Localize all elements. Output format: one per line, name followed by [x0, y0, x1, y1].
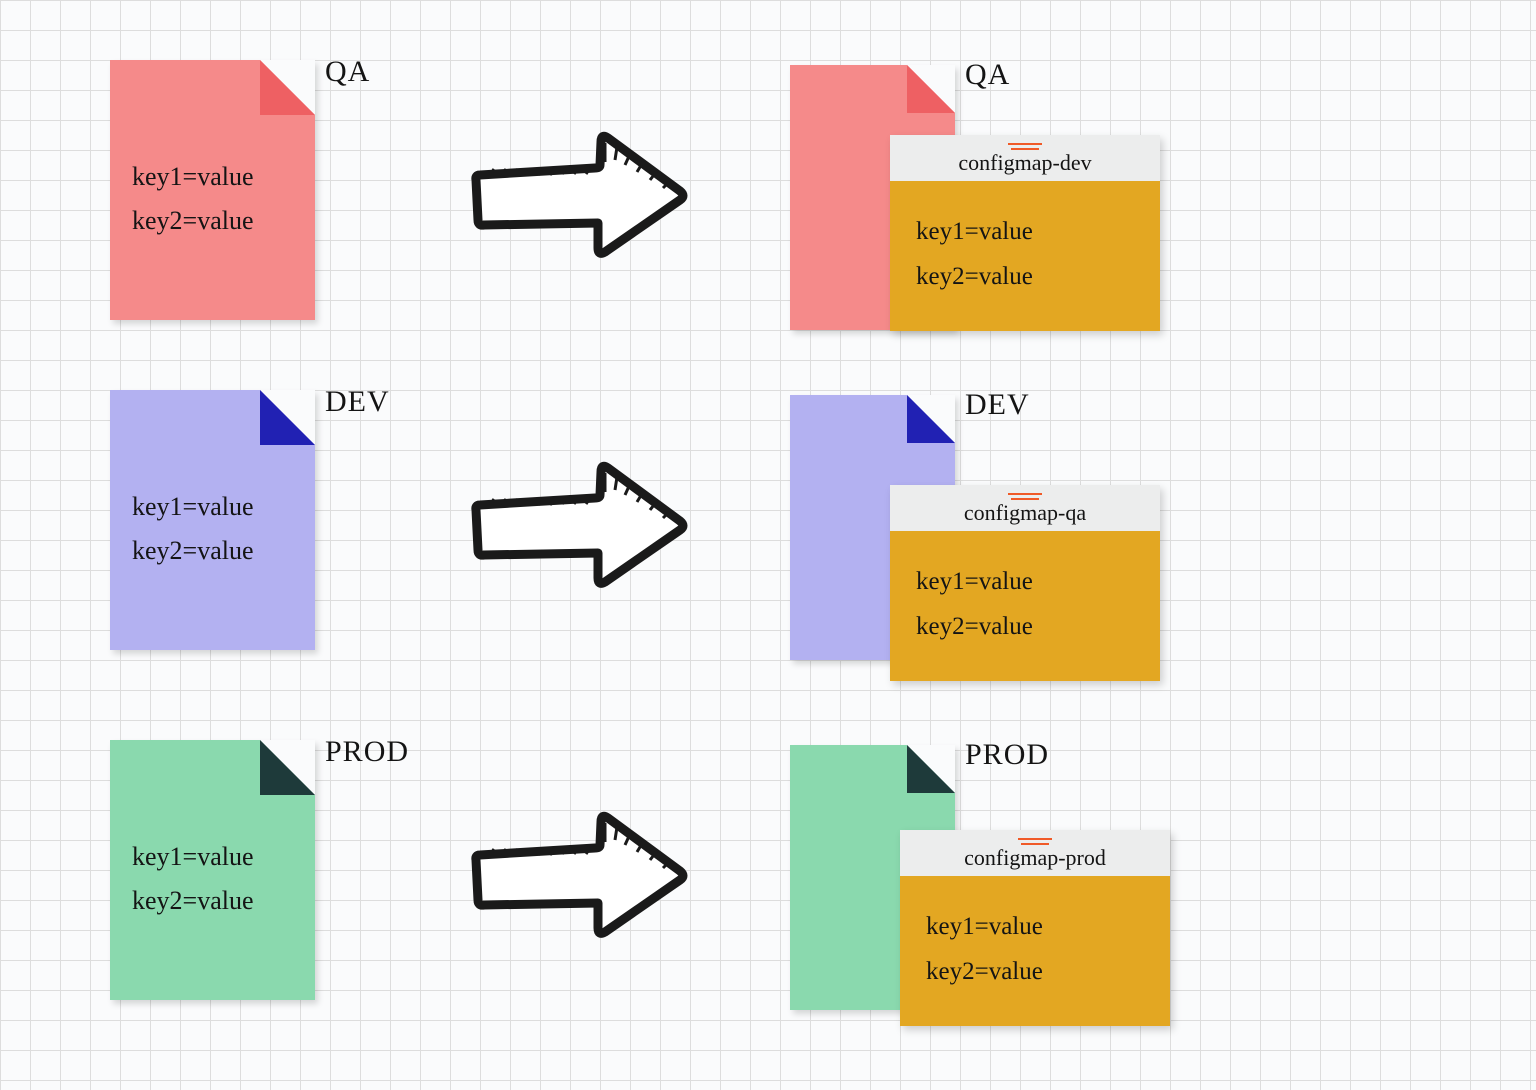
- configmap-body: key1=value key2=value: [890, 181, 1160, 331]
- source-file-contents: key1=value key2=value: [132, 485, 254, 573]
- kv-line: key2=value: [132, 879, 254, 923]
- kv-line: key2=value: [916, 254, 1142, 299]
- dogear-icon: [260, 60, 315, 115]
- kv-line: key1=value: [916, 209, 1142, 254]
- source-file-prod: key1=value key2=value: [110, 740, 315, 1000]
- configmap-card-dev: configmap-qa key1=value key2=value: [890, 485, 1160, 681]
- kv-line: key2=value: [132, 199, 254, 243]
- configmap-titlebar: configmap-qa: [890, 485, 1160, 531]
- source-file-dev: key1=value key2=value: [110, 390, 315, 650]
- dogear-icon: [907, 395, 955, 443]
- kv-line: key1=value: [132, 155, 254, 199]
- handle-icon: [1008, 493, 1042, 501]
- configmap-title: configmap-qa: [964, 500, 1086, 526]
- kv-line: key2=value: [916, 604, 1142, 649]
- dogear-icon: [907, 65, 955, 113]
- transform-arrow-icon: [470, 800, 690, 950]
- source-file-contents: key1=value key2=value: [132, 155, 254, 243]
- handle-icon: [1008, 143, 1042, 151]
- configmap-titlebar: configmap-prod: [900, 830, 1170, 876]
- configmap-card-prod: configmap-prod key1=value key2=value: [900, 830, 1170, 1026]
- env-label-left: QA: [325, 55, 370, 89]
- env-label-right: QA: [965, 58, 1010, 92]
- kv-line: key1=value: [926, 904, 1152, 949]
- transform-arrow-icon: [470, 120, 690, 270]
- dogear-icon: [260, 740, 315, 795]
- env-label-left: PROD: [325, 735, 409, 769]
- dogear-icon: [260, 390, 315, 445]
- kv-line: key1=value: [132, 835, 254, 879]
- kv-line: key2=value: [926, 949, 1152, 994]
- source-file-contents: key1=value key2=value: [132, 835, 254, 923]
- handle-icon: [1018, 838, 1052, 846]
- configmap-titlebar: configmap-dev: [890, 135, 1160, 181]
- configmap-card-qa: configmap-dev key1=value key2=value: [890, 135, 1160, 331]
- env-label-right: PROD: [965, 738, 1049, 772]
- transform-arrow-icon: [470, 450, 690, 600]
- kv-line: key1=value: [916, 559, 1142, 604]
- source-file-qa: key1=value key2=value: [110, 60, 315, 320]
- configmap-title: configmap-prod: [964, 845, 1106, 871]
- configmap-title: configmap-dev: [958, 150, 1091, 176]
- env-label-right: DEV: [965, 388, 1030, 422]
- kv-line: key1=value: [132, 485, 254, 529]
- kv-line: key2=value: [132, 529, 254, 573]
- configmap-body: key1=value key2=value: [890, 531, 1160, 681]
- dogear-icon: [907, 745, 955, 793]
- configmap-body: key1=value key2=value: [900, 876, 1170, 1026]
- env-label-left: DEV: [325, 385, 390, 419]
